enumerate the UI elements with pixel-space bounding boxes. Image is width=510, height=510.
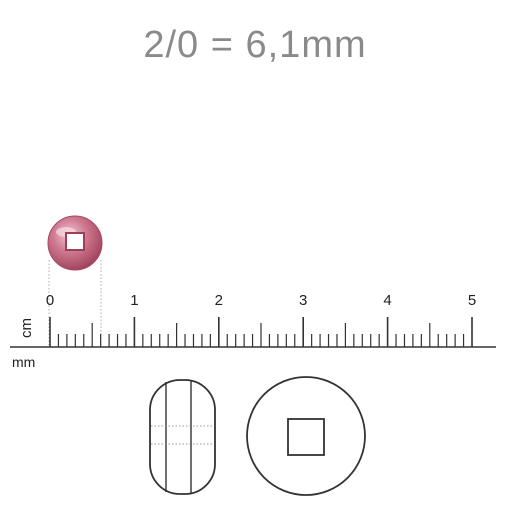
- square-hole: [287, 418, 325, 456]
- ruler-cm-label: 4: [383, 292, 391, 309]
- bead-illustration: 0 1 2 3 4 5 cm mm: [10, 215, 496, 496]
- bead-top-view: [246, 376, 366, 496]
- ruler-cm-label: 1: [130, 292, 138, 309]
- ruler: 0 1 2 3 4 5 cm mm: [10, 292, 496, 370]
- ruler-cm-label: 3: [299, 292, 307, 309]
- ruler-cm-label: 2: [215, 292, 223, 309]
- ruler-cm-label: 5: [468, 292, 476, 309]
- ruler-cm-label: 0: [46, 292, 54, 309]
- bead-photo: [47, 215, 103, 271]
- cm-unit-label: cm: [18, 318, 35, 338]
- mm-unit-label: mm: [12, 354, 35, 370]
- bead-side-view: [149, 379, 216, 495]
